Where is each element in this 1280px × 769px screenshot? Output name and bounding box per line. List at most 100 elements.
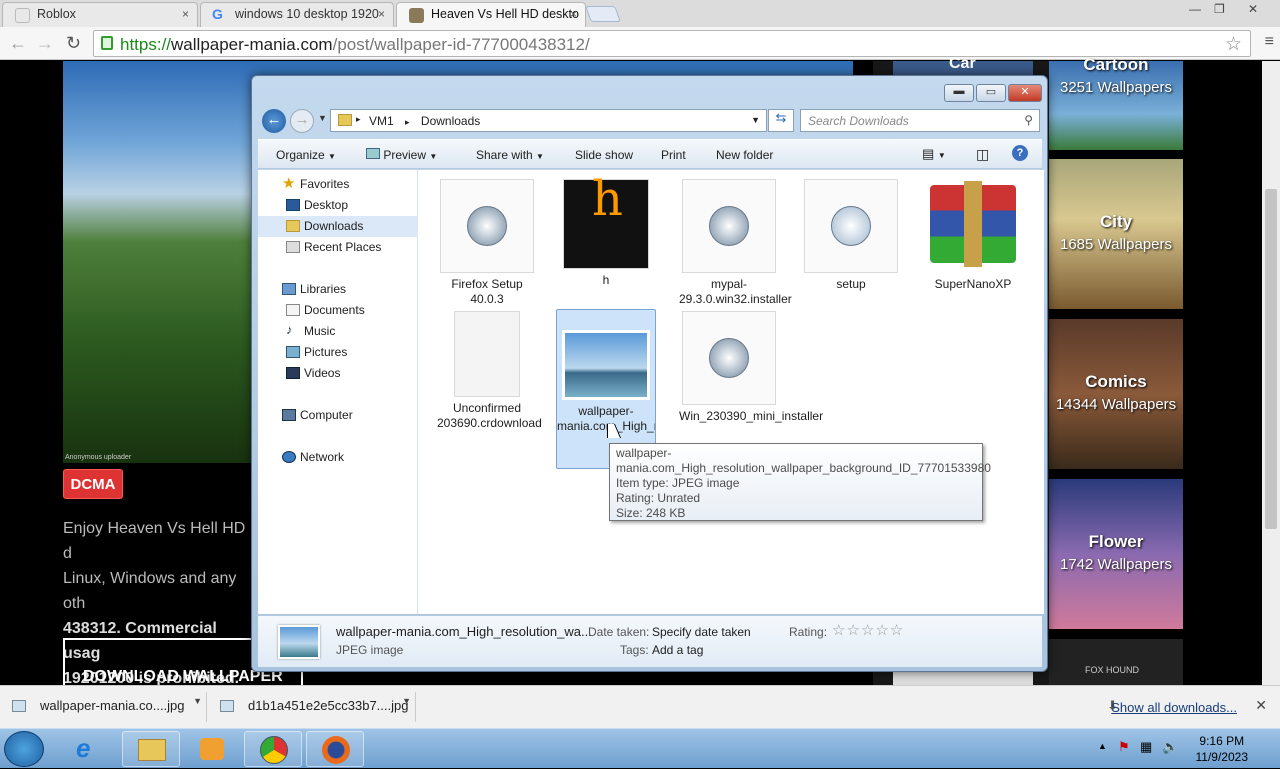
close-tab-icon[interactable]: × <box>182 7 189 21</box>
refresh-icon[interactable]: ⇆ <box>768 109 794 132</box>
slide-show-button[interactable]: Slide show <box>575 148 633 162</box>
help-icon[interactable]: ? <box>1012 145 1028 161</box>
address-dropdown-icon[interactable]: ▼ <box>751 115 760 125</box>
firefox-icon[interactable] <box>306 731 364 767</box>
nav-libraries[interactable]: Libraries <box>258 279 418 300</box>
nav-downloads[interactable]: Downloads <box>258 216 418 237</box>
category-city[interactable]: City 1685 Wallpapers <box>1049 159 1183 309</box>
network-tray-icon[interactable]: ▦ <box>1140 739 1152 755</box>
restore-window-button[interactable]: ❐ <box>1214 2 1225 16</box>
file-item[interactable]: Firefox Setup 40.0.3 <box>437 179 537 307</box>
explorer-forward-button[interactable]: → <box>290 109 314 133</box>
date-taken-value[interactable]: Specify date taken <box>652 625 751 639</box>
fox-hound-thumb[interactable]: FOX HOUND <box>1049 639 1183 685</box>
tags-value[interactable]: Add a tag <box>652 643 703 657</box>
tags-label: Tags: <box>620 643 649 657</box>
file-explorer-icon[interactable] <box>122 731 180 767</box>
address-bar[interactable]: https://wallpaper-mania.com/post/wallpap… <box>93 30 1251 57</box>
file-item[interactable]: setup <box>801 179 901 292</box>
tab-roblox[interactable]: Roblox × <box>2 2 198 27</box>
details-pane: wallpaper-mania.com_High_resolution_wa..… <box>258 615 1042 667</box>
nav-pictures[interactable]: Pictures <box>258 342 418 363</box>
tab-wallpaper-mania[interactable]: Heaven Vs Hell HD deskto × <box>396 2 586 27</box>
bookmark-star-icon[interactable]: ☆ <box>1225 33 1242 56</box>
organize-button[interactable]: Organize ▼ <box>276 148 336 162</box>
dropdown-arrow-icon: ▼ <box>328 152 336 161</box>
category-count: 3251 Wallpapers <box>1059 79 1172 96</box>
clock[interactable]: 9:16 PM 11/9/2023 <box>1196 733 1249 765</box>
close-window-button[interactable]: ✕ <box>1248 2 1258 16</box>
action-center-icon[interactable]: ⚑ <box>1118 739 1130 755</box>
show-hidden-icons-icon[interactable]: ▲ <box>1098 741 1107 751</box>
recent-pages-arrow-icon[interactable]: ▼ <box>318 113 327 123</box>
share-with-button[interactable]: Share with ▼ <box>476 148 544 162</box>
tooltip-size: Size: 248 KB <box>616 506 686 520</box>
file-item[interactable]: Unconfirmed 203690.crdownload <box>437 311 542 431</box>
explorer-back-button[interactable]: ← <box>262 109 286 133</box>
back-icon[interactable]: ← <box>9 33 27 54</box>
explorer-close-button[interactable]: ✕ <box>1008 84 1042 102</box>
new-folder-button[interactable]: New folder <box>716 148 773 162</box>
tab-label: windows 10 desktop 1920 <box>235 7 379 21</box>
file-item[interactable]: Win_230390_mini_installer <box>679 311 823 424</box>
computer-icon <box>282 409 296 421</box>
close-downloads-bar-button[interactable]: ✕ <box>1255 697 1267 714</box>
nav-label: Libraries <box>300 282 347 296</box>
breadcrumb-vm1[interactable]: VM1 <box>369 114 394 128</box>
close-tab-icon[interactable]: × <box>570 7 577 21</box>
nav-recent-places[interactable]: Recent Places <box>258 237 418 258</box>
preview-button[interactable]: Preview ▼ <box>366 148 437 162</box>
dropdown-arrow-icon: ▼ <box>536 152 544 161</box>
category-flower[interactable]: Flower 1742 Wallpapers <box>1049 479 1183 629</box>
forward-icon[interactable]: → <box>36 33 54 54</box>
dcma-button[interactable]: DCMA <box>63 469 123 499</box>
category-cartoon[interactable]: Cartoon 3251 Wallpapers <box>1049 55 1183 150</box>
chrome-icon[interactable] <box>244 731 302 767</box>
nav-favorites[interactable]: ★ Favorites <box>258 174 418 195</box>
download-item[interactable]: wallpaper-mania.co....jpg ▼ <box>0 692 207 722</box>
reload-icon[interactable]: ↻ <box>66 33 81 54</box>
nav-videos[interactable]: Videos <box>258 363 418 384</box>
chevron-down-icon[interactable]: ▼ <box>402 696 411 706</box>
file-item[interactable]: h h <box>556 175 656 288</box>
tab-google-search[interactable]: G windows 10 desktop 1920 × <box>200 2 394 27</box>
category-comics[interactable]: Comics 14344 Wallpapers <box>1049 319 1183 469</box>
download-filename: d1b1a451e2e5cc33b7....jpg <box>248 698 409 713</box>
search-downloads-input[interactable]: Search Downloads ⚲ <box>800 109 1040 132</box>
file-item[interactable]: SuperNanoXP <box>923 179 1023 292</box>
volume-icon[interactable]: 🔈 <box>1162 739 1178 755</box>
nav-music[interactable]: ♪ Music <box>258 321 418 342</box>
breadcrumb-downloads[interactable]: Downloads <box>421 114 480 128</box>
scrollbar-thumb[interactable] <box>1265 189 1277 529</box>
tooltip-rating: Rating: Unrated <box>616 491 701 505</box>
nav-network[interactable]: Network <box>258 447 418 468</box>
start-button[interactable] <box>4 731 44 767</box>
file-item[interactable]: mypal-29.3.0.win32.installer <box>679 179 792 307</box>
page-scrollbar[interactable] <box>1262 61 1280 685</box>
preview-pane-icon[interactable]: ◫ <box>976 146 989 163</box>
minimize-window-button[interactable]: — <box>1189 2 1201 16</box>
downloads-folder-icon <box>286 220 300 232</box>
nav-documents[interactable]: Documents <box>258 300 418 321</box>
media-player-icon[interactable] <box>182 731 240 767</box>
change-view-icon[interactable]: ▤ ▼ <box>922 146 946 162</box>
explorer-minimize-button[interactable]: ▬ <box>944 84 974 102</box>
file-name: mypal-29.3.0.win32.installer <box>679 277 792 306</box>
close-tab-icon[interactable]: × <box>378 7 385 21</box>
internet-explorer-icon[interactable]: e <box>62 731 120 767</box>
explorer-address-bar[interactable]: ▸ VM1 ▸ Downloads ▼ <box>330 109 767 132</box>
rating-stars[interactable]: ☆☆☆☆☆ <box>832 621 904 639</box>
show-all-downloads-link[interactable]: Show all downloads... <box>1111 700 1237 715</box>
installer-icon <box>682 179 776 273</box>
chevron-down-icon[interactable]: ▼ <box>193 696 202 706</box>
chrome-menu-icon[interactable]: ≡ <box>1265 33 1274 51</box>
breadcrumb-sep-icon: ▸ <box>356 114 361 124</box>
details-filename: wallpaper-mania.com_High_resolution_wa..… <box>336 624 592 639</box>
nav-computer[interactable]: Computer <box>258 405 418 426</box>
tooltip-name-line2: mania.com_High_resolution_wallpaper_back… <box>616 461 991 475</box>
explorer-maximize-button[interactable]: ▭ <box>976 84 1006 102</box>
new-tab-button[interactable] <box>585 6 621 22</box>
download-item[interactable]: d1b1a451e2e5cc33b7....jpg ▼ <box>208 692 416 722</box>
nav-desktop[interactable]: Desktop <box>258 195 418 216</box>
print-button[interactable]: Print <box>661 148 686 162</box>
